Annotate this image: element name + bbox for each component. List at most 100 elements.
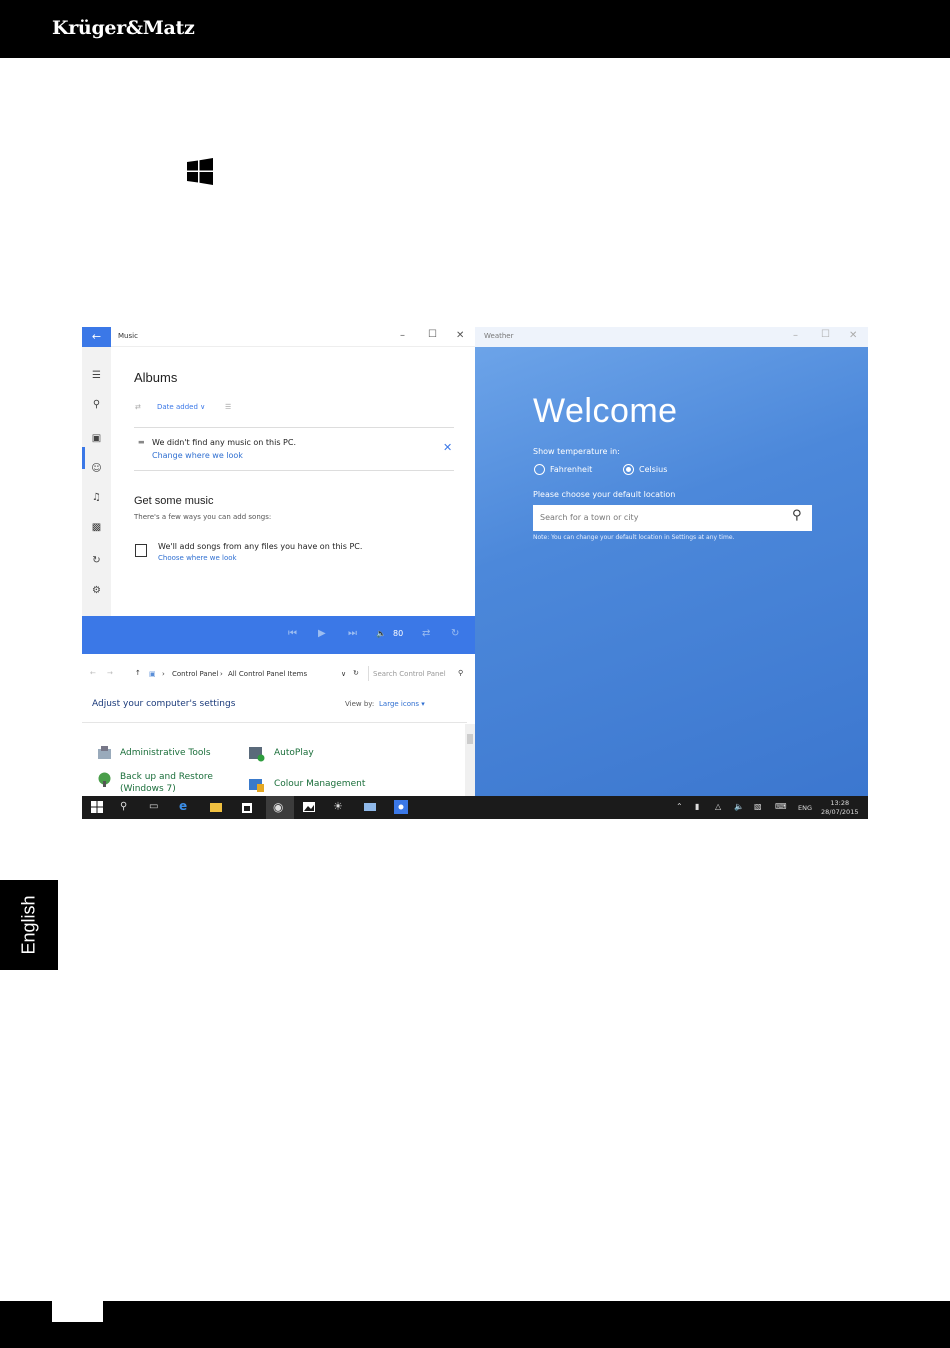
music-window-title: Music bbox=[118, 332, 138, 340]
keyboard-icon[interactable]: ⌨ bbox=[775, 802, 787, 811]
search-icon[interactable]: ⚲ bbox=[792, 508, 802, 523]
search-icon[interactable]: ⚲ bbox=[458, 669, 463, 677]
language-label: English bbox=[18, 895, 39, 955]
location-search-placeholder: Search for a town or city bbox=[540, 513, 639, 522]
change-where-we-look-link[interactable]: Change where we look bbox=[152, 451, 243, 460]
volume-icon[interactable]: 🔈 bbox=[376, 629, 386, 638]
maximize-icon[interactable]: ☐ bbox=[428, 329, 437, 340]
choose-where-we-look-link[interactable]: Choose where we look bbox=[158, 554, 237, 562]
task-view-icon[interactable]: ▭ bbox=[149, 801, 158, 812]
search-icon[interactable]: ⚲ bbox=[82, 399, 111, 410]
next-icon[interactable]: ⏭ bbox=[348, 628, 357, 639]
weather-tile-icon[interactable] bbox=[394, 800, 408, 814]
groove-music-icon[interactable]: ◉ bbox=[273, 800, 283, 814]
now-playing-icon[interactable]: ▩ bbox=[82, 522, 111, 533]
close-icon[interactable]: ✕ bbox=[849, 330, 857, 341]
location-search-input[interactable]: Search for a town or city ⚲ bbox=[533, 505, 812, 531]
edge-icon[interactable]: e bbox=[179, 799, 187, 813]
breadcrumb-separator: › bbox=[220, 670, 223, 678]
add-songs-text: We'll add songs from any files you have … bbox=[158, 542, 363, 551]
nav-forward-icon[interactable]: → bbox=[107, 669, 113, 677]
maximize-icon[interactable]: ☐ bbox=[821, 329, 830, 340]
music-window: ← Music – ☐ ✕ ☰ ⚲ ▣ ☺ ♫ ▩ ↻ ⚙ Albums ⇄ D… bbox=[82, 327, 475, 654]
action-center-icon[interactable]: ▧ bbox=[754, 802, 762, 811]
language-side-tab: English bbox=[0, 880, 58, 970]
weather-titlebar: Weather – ☐ ✕ bbox=[475, 327, 868, 347]
footer-bar bbox=[0, 1301, 950, 1348]
no-music-notice: We didn't find any music on this PC. bbox=[152, 438, 297, 447]
store-icon[interactable] bbox=[240, 800, 254, 814]
control-panel-item[interactable]: Back up and Restore bbox=[120, 772, 213, 782]
breadcrumb-separator: › bbox=[162, 670, 165, 678]
control-panel-item[interactable]: Colour Management bbox=[274, 779, 365, 789]
autoplay-icon bbox=[249, 747, 265, 762]
settings-gear-icon[interactable]: ⚙ bbox=[82, 585, 111, 596]
address-dropdown-icon[interactable]: ∨ bbox=[341, 670, 346, 678]
albums-heading: Albums bbox=[134, 370, 178, 385]
backup-restore-icon bbox=[98, 772, 111, 787]
page-number-box bbox=[52, 1301, 103, 1322]
search-icon[interactable]: ⚲ bbox=[120, 801, 127, 812]
up-icon[interactable]: ↑ bbox=[135, 669, 141, 677]
weather-window: Weather – ☐ ✕ Welcome Show temperature i… bbox=[475, 327, 868, 796]
celsius-label: Celsius bbox=[639, 465, 668, 474]
celsius-radio[interactable] bbox=[623, 464, 634, 475]
hamburger-menu-icon[interactable]: ☰ bbox=[82, 370, 111, 381]
previous-icon[interactable]: ⏮ bbox=[288, 628, 297, 639]
artists-icon[interactable]: ☺ bbox=[82, 463, 111, 474]
scrollbar-thumb[interactable] bbox=[467, 734, 473, 744]
breadcrumb-control-panel[interactable]: Control Panel bbox=[172, 670, 218, 678]
control-panel-item-continued: (Windows 7) bbox=[120, 784, 176, 794]
dismiss-notice-icon[interactable]: ✕ bbox=[443, 441, 452, 454]
file-explorer-icon[interactable] bbox=[209, 800, 223, 814]
weather-app-icon[interactable]: ☀ bbox=[333, 800, 343, 813]
sync-icon[interactable]: ↻ bbox=[82, 555, 111, 566]
get-some-music-heading: Get some music bbox=[134, 495, 214, 507]
breadcrumb-all-items[interactable]: All Control Panel Items bbox=[228, 670, 307, 678]
battery-icon[interactable]: ▮ bbox=[695, 802, 699, 811]
add-songs-checkbox-icon[interactable] bbox=[135, 544, 147, 557]
albums-icon[interactable]: ▣ bbox=[82, 433, 111, 444]
control-panel-search-input[interactable]: Search Control Panel ⚲ bbox=[368, 666, 468, 681]
windows-logo-icon bbox=[187, 158, 213, 185]
repeat-icon[interactable]: ↻ bbox=[451, 628, 459, 639]
control-panel-item[interactable]: Administrative Tools bbox=[120, 748, 211, 758]
play-icon[interactable]: ▶ bbox=[318, 628, 326, 639]
photos-icon[interactable] bbox=[302, 800, 316, 814]
refresh-icon[interactable]: ↻ bbox=[353, 669, 359, 677]
show-hidden-icons-icon[interactable]: ⌃ bbox=[676, 802, 683, 811]
vertical-scrollbar[interactable] bbox=[465, 724, 475, 796]
welcome-heading: Welcome bbox=[533, 392, 678, 430]
view-by-dropdown[interactable]: Large icons ▾ bbox=[379, 700, 425, 708]
fahrenheit-radio[interactable] bbox=[534, 464, 545, 475]
clock[interactable]: 13:28 28/07/2015 bbox=[821, 799, 858, 817]
volume-level: 80 bbox=[393, 629, 404, 638]
mail-icon[interactable] bbox=[363, 800, 377, 814]
minimize-icon[interactable]: – bbox=[400, 330, 405, 341]
notice-icon: ▬ bbox=[138, 438, 145, 446]
music-titlebar: ← Music – ☐ ✕ bbox=[82, 327, 475, 347]
colour-management-icon bbox=[249, 779, 264, 792]
control-panel-item[interactable]: AutoPlay bbox=[274, 748, 314, 758]
songs-icon[interactable]: ♫ bbox=[82, 492, 111, 503]
select-icon[interactable]: ☰ bbox=[225, 403, 231, 411]
sort-dropdown[interactable]: Date added ∨ bbox=[157, 403, 205, 411]
split-screen-screenshot: ← Music – ☐ ✕ ☰ ⚲ ▣ ☺ ♫ ▩ ↻ ⚙ Albums ⇄ D… bbox=[82, 327, 868, 819]
fahrenheit-label: Fahrenheit bbox=[550, 465, 593, 474]
player-bar: ⏮ ▶ ⏭ 🔈 80 ⇄ ↻ bbox=[82, 616, 475, 654]
divider bbox=[82, 722, 467, 723]
start-icon[interactable] bbox=[90, 800, 104, 814]
close-icon[interactable]: ✕ bbox=[456, 330, 464, 341]
back-arrow-icon[interactable]: ← bbox=[82, 327, 111, 347]
manual-page: Krüger&Matz ← Music – ☐ ✕ ☰ ⚲ ▣ ☺ ♫ ▩ ↻ … bbox=[0, 0, 950, 1348]
nav-back-icon[interactable]: ← bbox=[90, 669, 96, 677]
shuffle-icon[interactable]: ⇄ bbox=[135, 403, 141, 411]
shuffle-player-icon[interactable]: ⇄ bbox=[422, 628, 430, 639]
speaker-icon[interactable]: 🔈 bbox=[734, 802, 744, 811]
network-icon[interactable]: △ bbox=[715, 802, 721, 811]
input-language[interactable]: ENG bbox=[798, 804, 812, 812]
divider bbox=[134, 470, 454, 471]
weather-window-title: Weather bbox=[484, 332, 514, 340]
minimize-icon[interactable]: – bbox=[793, 330, 798, 341]
header-bar: Krüger&Matz bbox=[0, 0, 950, 58]
